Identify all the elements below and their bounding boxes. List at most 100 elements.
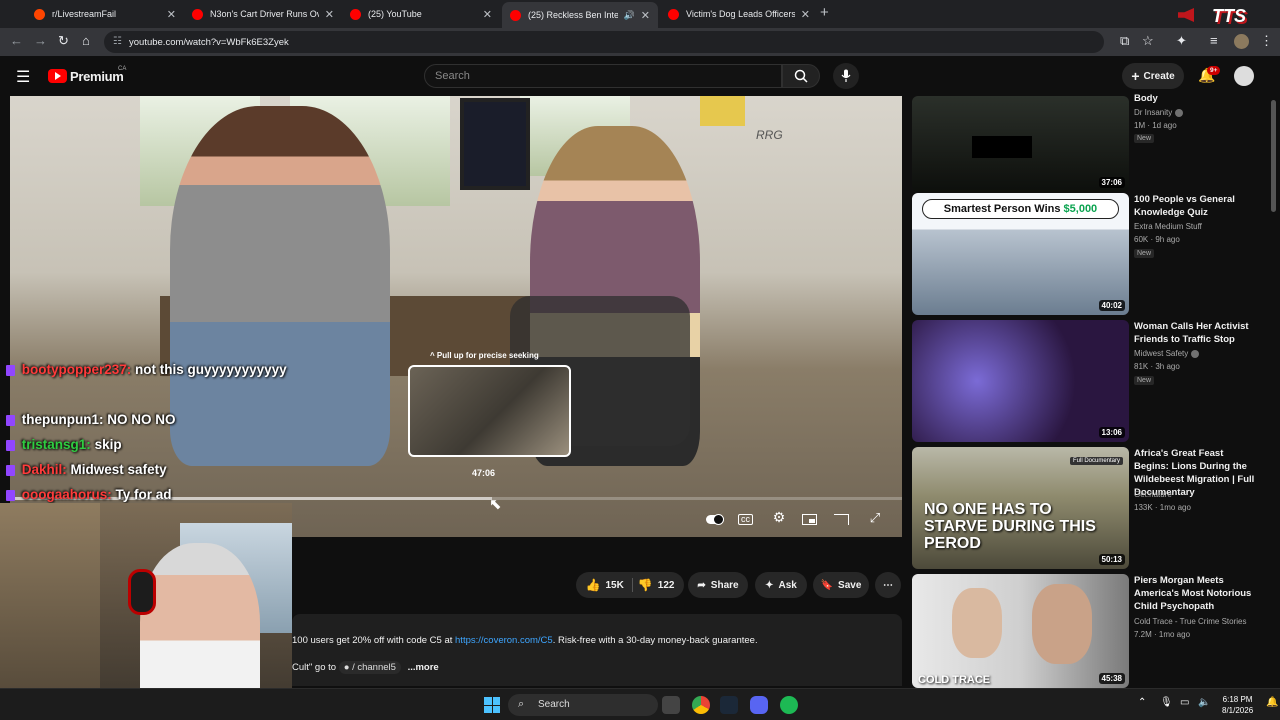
chat-username: Dakhil:	[21, 462, 67, 477]
tab-livestreamfail[interactable]: r/LivestreamFail ✕	[26, 0, 184, 28]
task-view-icon[interactable]	[662, 696, 680, 714]
channel-name[interactable]: Dr Insanity	[1134, 108, 1184, 117]
dislike-button[interactable]: 👎 122	[638, 578, 675, 592]
channel-name[interactable]: Extra Medium Stuff	[1134, 222, 1202, 231]
recommendation-item[interactable]: Smartest Person Wins $5,000 40:02 100 Pe…	[912, 193, 1272, 315]
miniplayer-icon[interactable]	[802, 511, 820, 527]
windows-start-icon[interactable]	[484, 697, 500, 713]
chat-badge-icon	[6, 489, 15, 501]
tray-chevron-icon[interactable]: ⌃	[1138, 697, 1146, 708]
notification-center-icon[interactable]: 🔔	[1266, 697, 1278, 708]
chat-text: Ty for ad	[115, 487, 172, 502]
tab-youtube-home[interactable]: (25) YouTube ✕	[342, 0, 500, 28]
tab-reckless-ben[interactable]: (25) Reckless Ben Interview 🔊 ✕	[502, 2, 658, 28]
chat-text: NO NO NO	[107, 412, 176, 427]
recommendation-title[interactable]: 100 People vs General Knowledge Quiz	[1134, 193, 1259, 219]
reload-icon[interactable]: ↻	[58, 33, 69, 49]
chat-message: thepunpun1: NO NO NO	[6, 412, 176, 427]
microphone-tray-icon[interactable]: 🎙	[1160, 697, 1173, 708]
profile-avatar[interactable]	[1234, 34, 1249, 49]
muted-speaker-icon	[1178, 8, 1194, 22]
microphone-icon	[841, 69, 851, 82]
channel-chip-icon: ●	[343, 662, 350, 673]
browser-toolbar: ← → ↻ ⌂ ☷ youtube.com/watch?v=WbFk6E3Zye…	[0, 28, 1280, 56]
volume-icon[interactable]: 🔈	[1198, 697, 1210, 708]
system-clock[interactable]: 6:18 PM 8/1/2026	[1222, 694, 1253, 716]
duration-badge: 40:02	[1098, 300, 1125, 311]
taskbar-search[interactable]: ⌕ Search	[508, 694, 658, 716]
channel-name[interactable]: Get.nature	[1134, 490, 1172, 499]
recommendation-item[interactable]: 37:06 Body Dr Insanity 1M · 1d ago New	[912, 70, 1272, 192]
site-info-icon[interactable]: ☷	[113, 36, 122, 47]
steam-icon[interactable]	[720, 696, 738, 714]
fullscreen-icon[interactable]: ⤢	[866, 510, 884, 526]
browser-menu-icon[interactable]: ⋮	[1260, 33, 1273, 49]
settings-gear-icon[interactable]: ⚙	[770, 509, 788, 525]
tab-title: Victim's Dog Leads Officers To	[686, 9, 795, 19]
subtitles-icon[interactable]: cc	[738, 514, 753, 525]
close-icon[interactable]: ✕	[325, 8, 334, 21]
bookmark-star-icon[interactable]: ☆	[1142, 33, 1154, 49]
address-bar[interactable]: ☷ youtube.com/watch?v=WbFk6E3Zyek	[104, 31, 1104, 53]
recommendation-title[interactable]: Piers Morgan Meets America's Most Notori…	[1134, 574, 1259, 613]
cast-icon[interactable]	[834, 511, 852, 527]
extensions-icon[interactable]: ✦	[1176, 33, 1187, 49]
share-button[interactable]: ➦ Share	[688, 572, 748, 598]
recommendation-title[interactable]: Woman Calls Her Activist Friends to Traf…	[1134, 320, 1259, 346]
logo-region: CA	[118, 66, 127, 72]
voice-search-button[interactable]	[833, 63, 859, 89]
close-icon[interactable]: ✕	[167, 8, 176, 21]
home-icon[interactable]: ⌂	[82, 33, 90, 48]
video-thumbnail[interactable]: Full Documentary NO ONE HAS TO STARVE DU…	[912, 447, 1129, 569]
thumbnail-face	[1032, 584, 1092, 664]
description-box[interactable]	[292, 614, 902, 686]
like-dislike-group: 👍 15K 👎 122	[576, 572, 684, 598]
video-thumbnail[interactable]: 13:06	[912, 320, 1129, 442]
page-scrollbar[interactable]	[1271, 100, 1276, 212]
close-icon[interactable]: ✕	[801, 8, 810, 21]
like-button[interactable]: 👍 15K	[586, 578, 633, 592]
autoplay-toggle[interactable]	[706, 511, 724, 527]
back-icon[interactable]: ←	[10, 33, 23, 48]
discord-icon[interactable]	[750, 696, 768, 714]
install-app-icon[interactable]: ⧉	[1120, 33, 1129, 49]
sponsor-link[interactable]: https://coveron.com/C5	[455, 635, 553, 646]
channel-chip[interactable]: ● / channel5	[338, 661, 401, 674]
chat-badge-icon	[6, 414, 15, 426]
close-icon[interactable]: ✕	[483, 8, 492, 21]
network-icon[interactable]: ▭	[1180, 697, 1189, 708]
more-actions-button[interactable]: ⋯	[875, 572, 901, 598]
new-tab-button[interactable]: +	[820, 4, 829, 21]
wall-poster	[700, 96, 745, 126]
search-input[interactable]: Search	[424, 64, 782, 88]
view-meta: 1M · 1d ago	[1134, 121, 1177, 130]
channel-name[interactable]: Cold Trace - True Crime Stories	[1134, 617, 1246, 626]
ask-button[interactable]: ✦ Ask	[755, 572, 807, 598]
youtube-icon	[192, 8, 203, 20]
speaker-icon[interactable]: 🔊	[624, 10, 635, 21]
forward-icon[interactable]: →	[34, 33, 47, 48]
tab-victims-dog[interactable]: Victim's Dog Leads Officers To ✕	[660, 0, 818, 28]
search-button[interactable]	[782, 64, 820, 88]
browser-tab-strip: r/LivestreamFail ✕ N3on's Cart Driver Ru…	[0, 0, 1280, 28]
media-control-icon[interactable]: ≡	[1210, 33, 1218, 48]
recommendation-item[interactable]: 13:06 Woman Calls Her Activist Friends t…	[912, 320, 1272, 442]
tts-logo: TTS	[1212, 6, 1246, 26]
youtube-logo-icon[interactable]	[48, 69, 67, 83]
tab-n3on[interactable]: N3on's Cart Driver Runs Over A ✕	[184, 0, 342, 28]
close-icon[interactable]: ✕	[641, 9, 650, 22]
channel-name[interactable]: Midwest Safety	[1134, 349, 1200, 358]
spotify-icon[interactable]	[780, 696, 798, 714]
recommendation-item[interactable]: COLD TRACE 45:38 Piers Morgan Meets Amer…	[912, 574, 1272, 688]
premium-logo-text[interactable]: Premium	[70, 69, 124, 84]
video-thumbnail[interactable]: COLD TRACE 45:38	[912, 574, 1129, 688]
chrome-icon[interactable]	[692, 696, 710, 714]
guide-menu-icon[interactable]: ☰	[16, 67, 30, 87]
duration-badge: 37:06	[1098, 177, 1125, 188]
video-thumbnail[interactable]: 37:06	[912, 96, 1129, 192]
show-more-link[interactable]: ...more	[408, 662, 439, 673]
video-thumbnail[interactable]: Smartest Person Wins $5,000 40:02	[912, 193, 1129, 315]
recommendation-item[interactable]: Full Documentary NO ONE HAS TO STARVE DU…	[912, 447, 1272, 569]
save-button[interactable]: 🔖 Save	[813, 572, 869, 598]
recommendation-title[interactable]: Body	[1134, 92, 1259, 105]
